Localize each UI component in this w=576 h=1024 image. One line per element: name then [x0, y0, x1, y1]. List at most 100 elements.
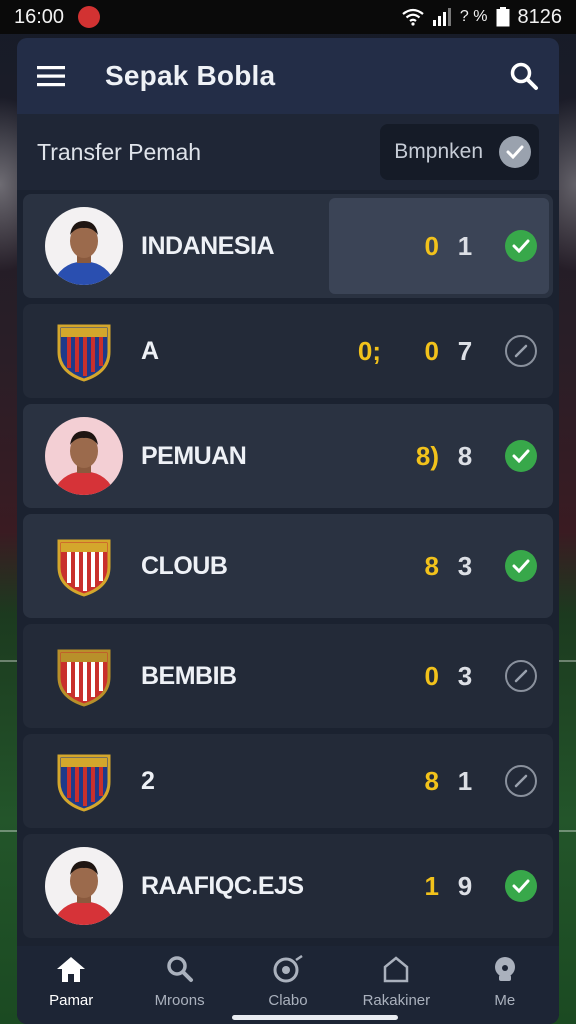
row-scores: 8) 8	[399, 441, 491, 472]
score-b: 3	[457, 550, 473, 581]
nav-item-label: Rakakiner	[362, 992, 431, 1009]
row-name: A	[141, 336, 159, 365]
filter-chip[interactable]: Bmpnken	[380, 124, 539, 180]
score-a: 0	[424, 230, 439, 261]
club-crest-icon	[57, 539, 111, 597]
score-b: 3	[457, 660, 473, 691]
crest	[45, 312, 123, 390]
battery-percent: ? %	[459, 8, 488, 25]
nav-item-label: Clabo	[268, 992, 308, 1009]
recording-icon	[78, 6, 101, 28]
row-scores: 03	[399, 661, 491, 692]
row-name: RAAFIQC.EJS	[141, 871, 304, 900]
search-icon[interactable]	[509, 61, 539, 91]
status-bar: 16:00 ? % 8126	[0, 0, 576, 34]
row-name: INDANESIA	[141, 231, 275, 260]
table-row[interactable]: 2 81	[23, 734, 553, 828]
row-check[interactable]	[505, 550, 537, 582]
unchecked-icon[interactable]	[505, 660, 537, 692]
row-name: CLOUB	[141, 551, 228, 580]
nav-item-5[interactable]: Me	[455, 955, 555, 1009]
profile-icon[interactable]	[491, 955, 519, 988]
club-crest-icon	[57, 649, 111, 707]
crest	[45, 742, 123, 820]
status-time: 16:00	[14, 5, 65, 28]
player-photo	[53, 431, 115, 495]
score-pre: 0;	[357, 335, 381, 366]
nav-item-label: Mroons	[154, 992, 205, 1009]
app-bar: Sepak Bobla	[17, 38, 559, 114]
score-b: 1	[457, 230, 473, 261]
nav-item-label: Me	[494, 992, 516, 1009]
row-scores: 19	[399, 871, 491, 902]
row-scores: 83	[399, 551, 491, 582]
score-a: 0	[424, 335, 439, 366]
nav-item-2[interactable]: Mroons	[130, 955, 230, 1009]
row-name: BEMBIB	[141, 661, 237, 690]
app-window: Sepak Bobla Transfer Pemah Bmpnken INDAN…	[17, 38, 559, 1024]
row-scores: 0; 0 7	[341, 336, 491, 367]
search-icon[interactable]	[166, 955, 194, 988]
row-check[interactable]	[505, 660, 537, 692]
row-scores: 81	[399, 766, 491, 797]
unchecked-icon[interactable]	[505, 765, 537, 797]
score-b: 1	[457, 765, 473, 796]
check-icon[interactable]	[505, 550, 537, 582]
check-icon[interactable]	[505, 230, 537, 262]
nav-item-1[interactable]: Pamar	[21, 955, 121, 1009]
nav-item-4[interactable]: Rakakiner	[346, 955, 446, 1009]
home-indicator[interactable]	[232, 1015, 398, 1020]
avatar	[45, 847, 123, 925]
row-check[interactable]	[505, 870, 537, 902]
club-crest-icon	[57, 324, 111, 382]
table-row[interactable]: INDANESIA 0 1	[23, 194, 553, 298]
avatar	[45, 417, 123, 495]
score-a: 8	[424, 550, 439, 581]
table-row[interactable]: A 0; 0 7	[23, 304, 553, 398]
nav-item-label: Pamar	[49, 992, 94, 1009]
status-right-text: 8126	[517, 5, 563, 28]
score-a: 8	[424, 765, 439, 796]
signal-icon	[432, 8, 451, 26]
score-b: 7	[457, 335, 473, 366]
table-row[interactable]: RAAFIQC.EJS 1 9	[23, 834, 553, 938]
score-a: 0	[424, 660, 439, 691]
check-icon[interactable]	[505, 440, 537, 472]
filter-chip-label: Bmpnken	[394, 140, 483, 163]
filter-row: Transfer Pemah Bmpnken	[17, 114, 559, 190]
crest	[45, 527, 123, 605]
house-outline-icon[interactable]	[382, 955, 410, 988]
filter-label: Transfer Pemah	[37, 138, 202, 165]
score-a: 1	[424, 870, 439, 901]
home-icon[interactable]	[55, 955, 87, 988]
nav-item-3[interactable]: Clabo	[238, 954, 338, 1009]
row-name: PEMUAN	[141, 441, 247, 470]
row-name: 2	[141, 766, 155, 795]
player-photo	[53, 221, 115, 285]
menu-icon[interactable]	[37, 65, 65, 87]
score-b: 9	[457, 870, 473, 901]
team-list: INDANESIA 0 1 A 0; 0 7 PEMUAN 8) 8 CLOUB 8 3 BEMBIB 0 3…	[17, 194, 559, 944]
score-b: 8	[457, 440, 473, 471]
wifi-icon	[402, 8, 424, 26]
check-icon[interactable]	[499, 136, 531, 168]
score-a: 8)	[415, 440, 439, 471]
row-check[interactable]	[505, 230, 537, 262]
unchecked-icon[interactable]	[505, 335, 537, 367]
row-scores: 01	[399, 231, 491, 262]
player-photo	[53, 861, 115, 925]
row-check[interactable]	[505, 335, 537, 367]
battery-icon	[496, 7, 509, 27]
table-row[interactable]: PEMUAN 8) 8	[23, 404, 553, 508]
avatar	[45, 207, 123, 285]
bottom-nav: Pamar Mroons Clabo Rakakiner Me	[17, 946, 559, 1024]
ball-icon[interactable]	[272, 954, 304, 988]
table-row[interactable]: BEMBIB 0 3	[23, 624, 553, 728]
check-icon[interactable]	[505, 870, 537, 902]
page-title: Sepak Bobla	[105, 60, 276, 91]
row-check[interactable]	[505, 765, 537, 797]
row-check[interactable]	[505, 440, 537, 472]
table-row[interactable]: CLOUB 8 3	[23, 514, 553, 618]
club-crest-icon	[57, 754, 111, 812]
crest	[45, 637, 123, 715]
